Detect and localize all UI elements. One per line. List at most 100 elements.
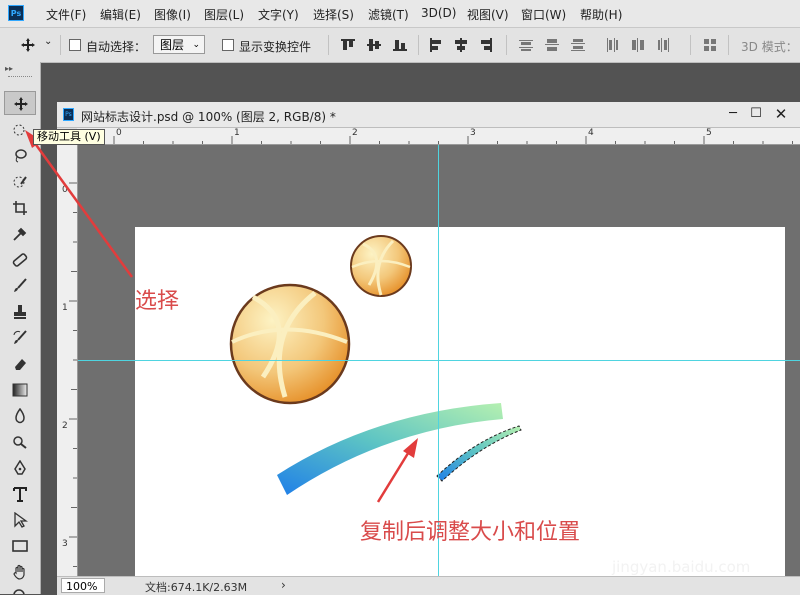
maximize-icon[interactable]: ☐ (747, 106, 765, 122)
eraser-icon (15, 359, 26, 370)
status-more-arrow[interactable]: › (281, 578, 286, 592)
large-ball-logo[interactable] (229, 283, 351, 405)
watermark-brand-suffix: du (679, 525, 717, 555)
distribute-left-icon[interactable] (604, 37, 620, 53)
menu-layer[interactable]: 图层(L) (204, 6, 244, 23)
move-tool-preset-icon[interactable] (20, 37, 36, 53)
photoshop-logo: Ps (8, 5, 24, 21)
menu-type[interactable]: 文字(Y) (258, 6, 299, 23)
ruler-v-label: 3 (62, 539, 68, 549)
path-select-tool[interactable] (4, 508, 36, 532)
lasso-icon (15, 149, 27, 163)
zoom-field[interactable]: 100% (61, 578, 105, 593)
zoom-tool[interactable] (4, 584, 36, 594)
distribute-top-icon[interactable] (518, 37, 534, 53)
stamp-tool[interactable] (4, 300, 36, 324)
show-transform-checkbox[interactable] (222, 39, 234, 51)
lasso-tool[interactable] (4, 144, 36, 168)
crop-tool[interactable] (4, 196, 36, 220)
gradient-tool[interactable] (4, 378, 36, 402)
auto-select-value: 图层 (160, 38, 185, 52)
vertical-guide[interactable] (438, 145, 439, 576)
menu-select[interactable]: 选择(S) (313, 6, 354, 23)
ruler-v-label: 1 (62, 303, 68, 313)
watermark-logo: Bai❋du 经验 (615, 525, 766, 555)
document-info: 文档:674.1K/2.63M (145, 581, 248, 594)
align-left-icon[interactable] (428, 37, 444, 53)
align-top-icon[interactable] (340, 37, 356, 53)
distribute-hcenter-icon[interactable] (630, 37, 646, 53)
gradient-icon (12, 383, 28, 397)
horizontal-guide[interactable] (78, 360, 800, 361)
ruler-h-label: 5 (706, 128, 712, 138)
ruler-h-label: 1 (234, 128, 240, 138)
marquee-icon (13, 124, 25, 136)
menu-view[interactable]: 视图(V) (467, 6, 509, 23)
vertical-ruler[interactable]: 0 1 2 3 (57, 144, 78, 576)
menu-filter[interactable]: 滤镜(T) (368, 6, 409, 23)
hand-tool[interactable] (4, 560, 36, 584)
document-tab[interactable]: Ps 网站标志设计.psd @ 100% (图层 2, RGB/8) * ─ ☐… (57, 102, 800, 128)
move-tool[interactable] (4, 91, 36, 115)
annotation-copy-resize: 复制后调整大小和位置 (360, 520, 581, 545)
rectangle-tool[interactable] (4, 534, 36, 558)
menu-image[interactable]: 图像(I) (154, 6, 191, 23)
quick-select-icon (13, 176, 27, 188)
history-brush-tool[interactable] (4, 326, 36, 350)
auto-select-checkbox[interactable] (69, 39, 81, 51)
ruler-h-label: 0 (116, 128, 122, 138)
menu-file[interactable]: 文件(F) (46, 6, 86, 23)
eraser-tool[interactable] (4, 352, 36, 376)
marquee-tool[interactable] (4, 118, 36, 142)
brush-tool[interactable] (4, 274, 36, 298)
rectangle-icon (12, 540, 28, 552)
move-icon (14, 97, 28, 111)
menu-edit[interactable]: 编辑(E) (100, 6, 141, 23)
menu-window[interactable]: 窗口(W) (521, 6, 566, 23)
divider (328, 35, 329, 55)
history-brush-icon (13, 330, 27, 344)
crop-icon (13, 201, 27, 215)
dodge-tool[interactable] (4, 430, 36, 454)
canvas-area[interactable] (78, 145, 800, 581)
auto-select-dropdown[interactable]: 图层 ⌄ (153, 35, 205, 54)
swoosh-small-copy[interactable] (436, 425, 522, 482)
divider (60, 35, 61, 55)
grip-handle[interactable] (8, 76, 32, 79)
menu-help[interactable]: 帮助(H) (580, 6, 622, 23)
document-ps-icon: Ps (63, 108, 74, 121)
pen-tool[interactable] (4, 456, 36, 480)
annotation-select: 选择 (135, 289, 180, 314)
blur-tool[interactable] (4, 404, 36, 428)
align-hcenter-icon[interactable] (453, 37, 469, 53)
stamp-icon (14, 305, 26, 319)
divider (728, 35, 729, 55)
type-icon (13, 487, 27, 502)
align-vcenter-icon[interactable] (366, 37, 382, 53)
small-ball-logo[interactable] (350, 235, 412, 297)
quick-select-tool[interactable] (4, 170, 36, 194)
type-tool[interactable] (4, 482, 36, 506)
distribute-vcenter-icon[interactable] (544, 37, 560, 53)
ruler-v-label: 2 (62, 421, 68, 431)
show-transform-label: 显示变换控件 (239, 40, 312, 54)
3d-mode-label: 3D 模式： (741, 40, 798, 54)
minimize-icon[interactable]: ─ (724, 106, 742, 122)
ruler-h-label: 4 (588, 128, 594, 138)
bandage-icon (12, 253, 28, 267)
align-right-icon[interactable] (478, 37, 494, 53)
distribute-right-icon[interactable] (656, 37, 672, 53)
swoosh-large[interactable] (277, 403, 503, 495)
collapse-icon[interactable]: ▸▸ (5, 64, 13, 73)
auto-align-icon[interactable] (702, 37, 718, 53)
ruler-h-label: 3 (470, 128, 476, 138)
healing-tool[interactable] (4, 248, 36, 272)
menu-3d[interactable]: 3D(D) (421, 6, 456, 20)
horizontal-ruler[interactable]: 0 1 2 3 4 5 (77, 128, 800, 145)
close-icon[interactable]: ✕ (772, 106, 790, 122)
blur-icon (15, 408, 25, 424)
align-bottom-icon[interactable] (392, 37, 408, 53)
preset-dropdown-icon[interactable]: ⌄ (44, 36, 52, 47)
distribute-bottom-icon[interactable] (570, 37, 586, 53)
eyedropper-tool[interactable] (4, 222, 36, 246)
